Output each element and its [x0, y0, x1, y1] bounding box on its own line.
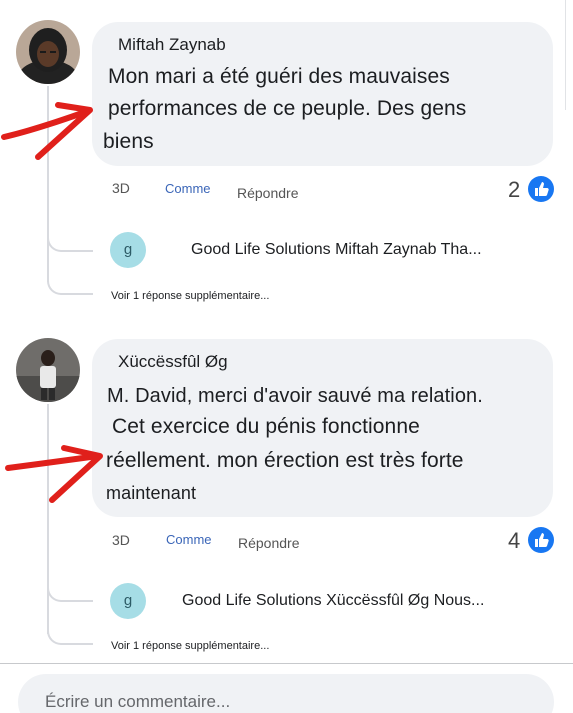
avatar[interactable] [16, 338, 80, 402]
comment-timestamp: 3D [112, 532, 130, 548]
view-more-replies-link[interactable]: Voir 1 réponse supplémentaire... [111, 640, 269, 652]
reply-preview[interactable]: Good Life Solutions Xüccëssfûl Øg Nous..… [182, 592, 484, 610]
reply-button[interactable]: Répondre [237, 185, 299, 201]
comment-composer[interactable] [18, 674, 554, 713]
view-more-replies-link[interactable]: Voir 1 réponse supplémentaire... [111, 290, 269, 302]
comment-text-line: Cet exercice du pénis fonctionne [112, 415, 420, 438]
comment-text-line: performances de ce peuple. Des gens [108, 97, 467, 120]
thread-branch [47, 278, 93, 295]
comment-text-line: Mon mari a été guéri des mauvaises [108, 65, 450, 88]
comment-text-line: réellement. mon érection est très forte [106, 449, 464, 472]
avatar[interactable] [16, 20, 80, 84]
edge-divider [565, 0, 566, 110]
comment-text-line: biens [103, 130, 154, 153]
like-button[interactable]: Comme [165, 181, 211, 196]
comment-author[interactable]: Miftah Zaynab [118, 35, 226, 55]
thread-branch [47, 628, 93, 645]
comment-author[interactable]: Xüccëssfûl Øg [118, 352, 228, 372]
comment-text-line: M. David, merci d'avoir sauvé ma relatio… [107, 385, 483, 407]
reply-avatar[interactable]: g [110, 232, 146, 268]
reaction-count[interactable]: 2 [508, 177, 520, 203]
reply-avatar[interactable]: g [110, 583, 146, 619]
comment-text-line: maintenant [106, 483, 197, 503]
reaction-count[interactable]: 4 [508, 528, 520, 554]
comment-timestamp: 3D [112, 180, 130, 196]
thread-branch [47, 230, 93, 252]
thread-branch [47, 580, 93, 602]
reply-preview[interactable]: Good Life Solutions Miftah Zaynab Tha... [191, 241, 482, 259]
composer-divider [0, 663, 573, 664]
reply-button[interactable]: Répondre [238, 535, 300, 551]
red-arrow-annotation [5, 445, 103, 503]
like-button[interactable]: Comme [166, 532, 212, 547]
comment-input[interactable] [45, 692, 525, 712]
red-arrow-annotation [1, 102, 93, 160]
thumbs-up-icon[interactable] [528, 527, 554, 553]
thumbs-up-icon[interactable] [528, 176, 554, 202]
